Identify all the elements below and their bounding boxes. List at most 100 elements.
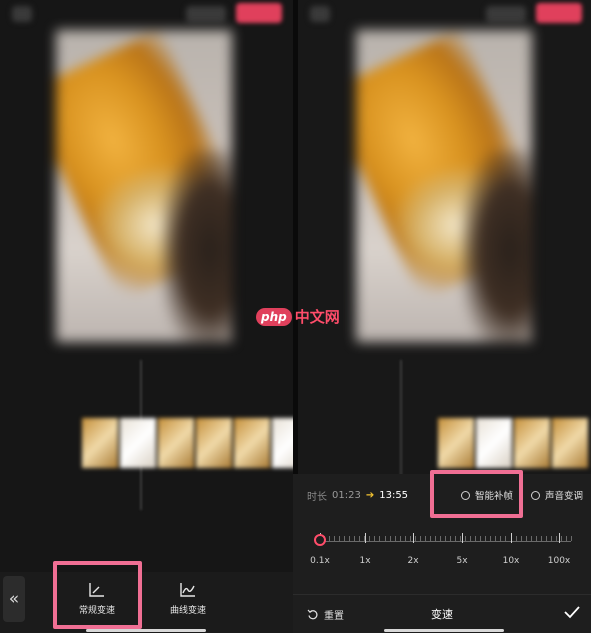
close-icon[interactable]: [12, 6, 32, 22]
slider-tick: [429, 536, 431, 541]
slider-tick: [354, 536, 356, 541]
speed-slider-track[interactable]: [319, 541, 571, 542]
export-button[interactable]: [236, 3, 282, 23]
duration-row: 时长 01:23 ➔ 13:55: [307, 488, 408, 503]
slider-tick: [409, 536, 411, 541]
slider-tick: [450, 536, 452, 541]
slider-tick: [414, 536, 416, 541]
timeline-clip[interactable]: [82, 418, 293, 468]
slider-tick: [500, 536, 502, 541]
comparison-screenshot: « 常规变速 曲线变速 php 中文网 时长 01:23 ➔ 13:55 智能补…: [0, 0, 591, 633]
close-icon-right[interactable]: [310, 6, 330, 22]
video-preview-right[interactable]: [356, 30, 532, 342]
slider-tick: [389, 536, 391, 541]
slider-tick: [384, 536, 386, 541]
slider-tick: [329, 536, 331, 541]
watermark-text: 中文网: [294, 308, 340, 326]
smart-frame-option[interactable]: 智能补帧: [461, 488, 513, 502]
speed-mark-1: 1x: [359, 556, 371, 566]
confirm-check-icon[interactable]: [563, 603, 581, 621]
smart-frame-label: 智能补帧: [475, 491, 514, 502]
collapse-back-button[interactable]: «: [3, 576, 25, 622]
slider-major-tick: [413, 533, 414, 543]
timeline-clip-right[interactable]: [438, 418, 588, 468]
video-preview[interactable]: [56, 30, 232, 342]
slider-tick: [460, 536, 462, 541]
slider-tick: [565, 536, 567, 541]
slider-tick: [560, 536, 562, 541]
slider-tick: [495, 536, 497, 541]
speed-mark-3: 5x: [456, 556, 468, 566]
speed-mark-5: 100x: [547, 556, 571, 566]
slider-tick: [344, 536, 346, 541]
slider-tick: [475, 536, 477, 541]
slider-tick: [434, 536, 436, 541]
curve-speed-icon: [180, 583, 195, 597]
slider-tick: [424, 536, 426, 541]
home-indicator-right: [384, 629, 504, 632]
watermark-badge: php: [256, 307, 292, 326]
pitch-shift-label: 声音变调: [545, 491, 584, 502]
slider-tick: [334, 536, 336, 541]
resolution-selector[interactable]: [186, 6, 226, 22]
slider-tick: [545, 536, 547, 541]
duration-original: 01:23: [332, 490, 361, 501]
slider-tick: [394, 536, 396, 541]
slider-tick: [439, 536, 441, 541]
slider-tick: [535, 536, 537, 541]
home-indicator-left: [86, 629, 206, 632]
speed-mark-4: 10x: [502, 556, 520, 566]
slider-tick: [490, 536, 492, 541]
export-button-right[interactable]: [536, 3, 582, 23]
slider-tick: [515, 536, 517, 541]
slider-tick: [359, 536, 361, 541]
slider-tick: [465, 536, 467, 541]
smart-frame-radio-icon[interactable]: [461, 490, 470, 500]
arrow-right-icon: ➔: [365, 490, 375, 501]
normal-speed-tool[interactable]: 常规变速: [62, 582, 132, 616]
slider-tick: [555, 536, 557, 541]
curve-speed-tool[interactable]: 曲线变速: [153, 582, 223, 616]
slider-tick: [404, 536, 406, 541]
slider-major-tick: [511, 533, 512, 543]
speed-mark-2: 2x: [407, 556, 419, 566]
slider-tick: [485, 536, 487, 541]
slider-tick: [349, 536, 351, 541]
slider-tick: [520, 536, 522, 541]
slider-tick: [550, 536, 552, 541]
slider-tick: [445, 536, 446, 541]
slider-major-tick: [559, 533, 560, 543]
slider-tick: [339, 536, 341, 541]
slider-tick: [480, 536, 482, 541]
speed-slider-knob[interactable]: [314, 534, 326, 546]
pitch-shift-radio-icon[interactable]: [531, 490, 540, 500]
pitch-shift-option[interactable]: 声音变调: [531, 488, 583, 502]
slider-tick: [571, 536, 572, 541]
slider-tick: [525, 536, 527, 541]
slider-major-tick: [365, 533, 366, 543]
duration-label: 时长: [307, 492, 327, 503]
speed-panel-footer: 重置 变速: [293, 594, 591, 633]
panel-title: 变速: [431, 608, 453, 621]
watermark: php 中文网: [256, 306, 340, 327]
speed-panel: 时长 01:23 ➔ 13:55 智能补帧 声音变调 0.1x 1x 2x 5x…: [293, 474, 591, 633]
resolution-selector-right[interactable]: [486, 6, 526, 22]
normal-speed-label: 常规变速: [78, 606, 115, 616]
slider-tick: [374, 536, 376, 541]
slider-tick: [419, 536, 421, 541]
speed-mode-toolbar: « 常规变速 曲线变速: [0, 572, 293, 633]
slider-tick: [530, 536, 532, 541]
slider-tick: [379, 536, 381, 541]
curve-speed-label: 曲线变速: [169, 606, 206, 616]
normal-speed-icon: [89, 583, 104, 597]
duration-new: 13:55: [379, 490, 409, 501]
slider-tick: [399, 536, 401, 541]
slider-tick: [455, 536, 457, 541]
slider-tick: [540, 536, 542, 541]
slider-tick: [505, 536, 507, 541]
speed-mark-0: 0.1x: [310, 556, 330, 566]
slider-major-tick: [462, 533, 463, 543]
slider-tick: [369, 536, 371, 541]
slider-tick: [470, 536, 472, 541]
left-phone-screen: « 常规变速 曲线变速: [0, 0, 293, 633]
